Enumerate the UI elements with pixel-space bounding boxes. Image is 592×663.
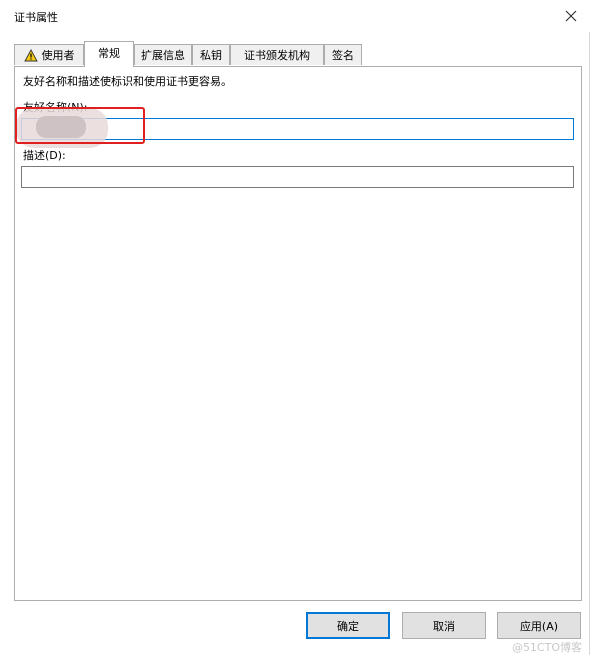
tab-label: 常规 bbox=[98, 47, 120, 60]
description-input[interactable] bbox=[21, 166, 574, 188]
description-label: 描述(D): bbox=[23, 149, 66, 162]
highlight-box bbox=[15, 107, 145, 144]
tab-label: 私钥 bbox=[200, 49, 222, 62]
tab-label: 签名 bbox=[332, 49, 354, 62]
tab-label: 使用者 bbox=[41, 49, 75, 62]
tab-private-key[interactable]: 私钥 bbox=[192, 44, 230, 65]
ok-button[interactable]: 确定 bbox=[306, 612, 390, 639]
tab-extended-info[interactable]: 扩展信息 bbox=[134, 44, 192, 65]
warning-icon bbox=[23, 48, 38, 61]
certificate-properties-dialog: 证书属性 使用者 常规 扩展信息 私钥 证书颁发机构 签名 友好名称和描述使标识… bbox=[0, 0, 590, 655]
tab-certificate-authority[interactable]: 证书颁发机构 bbox=[230, 44, 324, 65]
tab-label: 扩展信息 bbox=[141, 49, 185, 62]
tab-label: 证书颁发机构 bbox=[244, 49, 310, 62]
close-button[interactable] bbox=[556, 1, 586, 31]
watermark: @51CTO博客 bbox=[511, 641, 582, 654]
title-bar: 证书属性 bbox=[0, 0, 590, 32]
tab-general[interactable]: 常规 bbox=[84, 41, 134, 67]
apply-button[interactable]: 应用(A) bbox=[497, 612, 581, 639]
cancel-button[interactable]: 取消 bbox=[402, 612, 486, 639]
general-tab-panel: 友好名称和描述使标识和使用证书更容易。 友好名称(N): 描述(D): bbox=[14, 66, 582, 601]
close-icon bbox=[565, 10, 577, 22]
hint-text: 友好名称和描述使标识和使用证书更容易。 bbox=[23, 75, 232, 88]
tab-signature[interactable]: 签名 bbox=[324, 44, 362, 65]
window-title: 证书属性 bbox=[14, 11, 58, 24]
tab-subject[interactable]: 使用者 bbox=[14, 44, 84, 65]
